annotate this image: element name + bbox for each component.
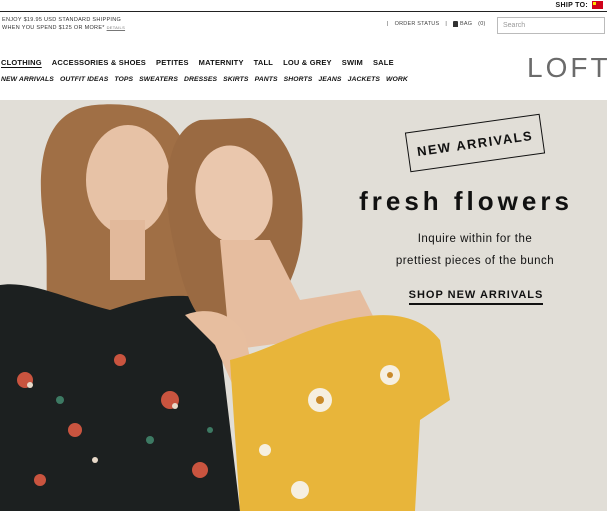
bag-count: (0) (478, 21, 486, 27)
subnav-item-work[interactable]: WORK (386, 76, 408, 83)
loft-logo[interactable]: LOFT (527, 52, 607, 84)
hero-banner[interactable] (0, 100, 607, 511)
subnav-item-jackets[interactable]: JACKETS (348, 76, 380, 83)
nav-item-sale[interactable]: SALE (373, 58, 394, 67)
subnav-item-sweaters[interactable]: SWEATERS (139, 76, 178, 83)
subnav-item-pants[interactable]: PANTS (255, 76, 278, 83)
subnav-item-tops[interactable]: TOPS (114, 76, 133, 83)
subnav-item-outfit-ideas[interactable]: OUTFIT IDEAS (60, 76, 108, 83)
shop-new-arrivals-link[interactable]: SHOP NEW ARRIVALS (400, 289, 552, 301)
order-status-link[interactable]: ORDER STATUS (395, 21, 440, 27)
search-input[interactable]: Search (497, 17, 605, 34)
ship-to-label: SHIP TO: (555, 1, 588, 9)
promo-line-1: ENJOY $19.95 USD STANDARD SHIPPING (2, 17, 122, 23)
subnav-item-jeans[interactable]: JEANS (318, 76, 341, 83)
hero-headline: fresh flowers (359, 186, 573, 216)
ship-to-selector[interactable]: SHIP TO: (556, 1, 603, 9)
subnav-item-new-arrivals[interactable]: NEW ARRIVALS (1, 76, 54, 83)
utility-links: | ORDER STATUS | BAG (0) (387, 21, 486, 27)
nav-item-maternity[interactable]: MATERNITY (199, 58, 244, 67)
nav-item-tall[interactable]: TALL (254, 58, 273, 67)
nav-item-petites[interactable]: PETITES (156, 58, 189, 67)
nav-item-lou-grey[interactable]: LOU & GREY (283, 58, 332, 67)
cta-underline (409, 303, 543, 305)
hero-subline-1: Inquire within for the (417, 233, 533, 245)
country-flag-icon (592, 1, 603, 9)
nav-item-accessories-shoes[interactable]: ACCESSORIES & SHOES (52, 58, 146, 67)
subnav-item-dresses[interactable]: DRESSES (184, 76, 217, 83)
shipping-promo: ENJOY $19.95 USD STANDARD SHIPPING WHEN … (2, 17, 125, 32)
nav-item-clothing[interactable]: CLOTHING (1, 58, 42, 67)
top-bar: SHIP TO: (0, 0, 607, 12)
bag-label: BAG (459, 21, 473, 27)
promo-details-link[interactable]: DETAILS (107, 25, 125, 30)
subnav-item-skirts[interactable]: SKIRTS (223, 76, 248, 83)
bag-link[interactable]: BAG (452, 21, 473, 27)
hero-models-image (0, 104, 450, 511)
hero-subline-2: prettiest pieces of the bunch (395, 255, 555, 267)
primary-nav: CLOTHING ACCESSORIES & SHOES PETITES MAT… (1, 58, 394, 67)
subnav-item-shorts[interactable]: SHORTS (284, 76, 313, 83)
nav-item-swim[interactable]: SWIM (342, 58, 363, 67)
shopping-bag-icon (452, 21, 458, 27)
promo-line-2: WHEN YOU SPEND $125 OR MORE* (2, 25, 105, 31)
secondary-nav: NEW ARRIVALS OUTFIT IDEAS TOPS SWEATERS … (1, 76, 408, 83)
